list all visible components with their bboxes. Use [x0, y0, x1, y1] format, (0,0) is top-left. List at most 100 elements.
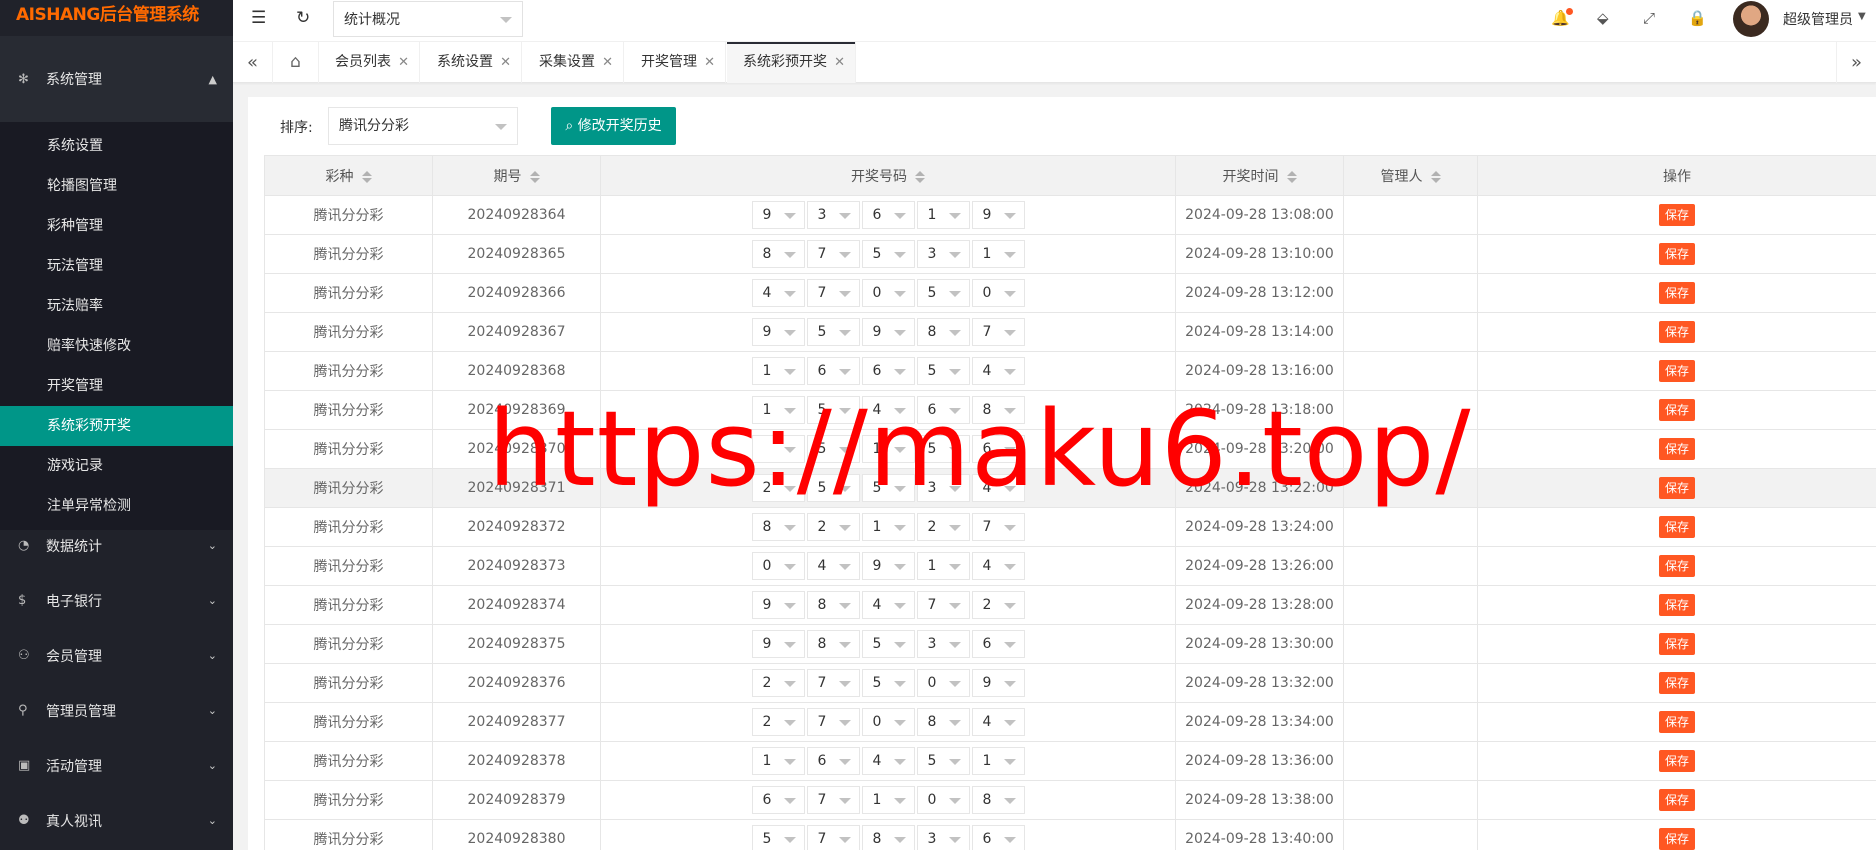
sort-icon[interactable] — [1286, 169, 1297, 185]
number-select[interactable]: 8 — [751, 240, 805, 268]
number-select[interactable]: 4 — [861, 591, 915, 619]
number-select[interactable]: 7 — [806, 708, 860, 736]
number-select[interactable]: 2 — [806, 513, 860, 541]
tab-scroll-right-icon[interactable]: » — [1836, 42, 1876, 83]
number-select[interactable]: 1 — [916, 552, 970, 580]
number-select[interactable]: 9 — [751, 591, 805, 619]
save-button[interactable]: 保存 — [1658, 633, 1695, 655]
number-select[interactable]: 8 — [916, 318, 970, 346]
number-select[interactable]: 9 — [751, 201, 805, 229]
number-select[interactable]: 2 — [751, 669, 805, 697]
number-select[interactable]: 5 — [916, 357, 970, 385]
save-button[interactable]: 保存 — [1658, 438, 1695, 460]
number-select[interactable]: 1 — [751, 396, 805, 424]
chevron-down-icon[interactable]: ▼ — [1858, 11, 1866, 22]
number-select[interactable]: 3 — [916, 630, 970, 658]
number-select[interactable]: 5 — [861, 630, 915, 658]
column-header[interactable]: 操作 — [1477, 155, 1876, 196]
sort-icon[interactable] — [361, 169, 372, 185]
lock-icon[interactable]: 🔒 — [1688, 9, 1707, 27]
number-select[interactable]: 6 — [806, 747, 860, 775]
number-select[interactable]: 0 — [916, 669, 970, 697]
tab-item[interactable]: 系统设置 ✕ — [421, 42, 522, 83]
number-select[interactable] — [751, 435, 805, 463]
number-select[interactable]: 5 — [806, 318, 860, 346]
fullscreen-icon[interactable]: ⤢ — [1643, 9, 1655, 27]
edit-history-button[interactable]: ⌕ 修改开奖历史 — [551, 107, 676, 145]
number-select[interactable]: 6 — [971, 825, 1025, 850]
sort-icon[interactable] — [915, 169, 925, 185]
number-select[interactable]: 8 — [916, 708, 970, 736]
number-select[interactable]: 0 — [971, 279, 1025, 307]
sidebar-group[interactable]: $ 电子银行 ⌄ — [0, 573, 233, 628]
number-select[interactable]: 0 — [751, 552, 805, 580]
number-select[interactable]: 5 — [806, 435, 860, 463]
number-select[interactable]: 9 — [971, 669, 1025, 697]
admin-name[interactable]: 超级管理员 — [1783, 9, 1853, 29]
number-select[interactable]: 1 — [751, 747, 805, 775]
tab-item[interactable]: 采集设置 ✕ — [523, 42, 624, 83]
number-select[interactable]: 5 — [861, 474, 915, 502]
number-select[interactable]: 3 — [916, 240, 970, 268]
save-button[interactable]: 保存 — [1658, 204, 1695, 226]
number-select[interactable]: 1 — [861, 513, 915, 541]
number-select[interactable]: 7 — [806, 786, 860, 814]
number-select[interactable]: 1 — [861, 786, 915, 814]
number-select[interactable]: 4 — [861, 747, 915, 775]
sidebar-group-system[interactable]: ✻ 系统管理 ▲ — [0, 36, 233, 122]
close-icon[interactable]: ✕ — [602, 42, 613, 83]
sidebar-item[interactable]: 赔率快速修改 — [0, 326, 233, 366]
number-select[interactable]: 0 — [861, 708, 915, 736]
tab-item[interactable]: 开奖管理 ✕ — [625, 42, 726, 83]
save-button[interactable]: 保存 — [1658, 360, 1695, 382]
number-select[interactable]: 1 — [916, 201, 970, 229]
column-header[interactable]: 彩种 — [264, 155, 433, 196]
tab-scroll-left-icon[interactable]: « — [233, 42, 273, 83]
number-select[interactable]: 4 — [971, 708, 1025, 736]
number-select[interactable]: 7 — [916, 591, 970, 619]
close-icon[interactable]: ✕ — [704, 42, 715, 83]
sidebar-item[interactable]: 彩种管理 — [0, 206, 233, 246]
number-select[interactable]: 7 — [806, 240, 860, 268]
number-select[interactable]: 5 — [916, 435, 970, 463]
number-select[interactable]: 6 — [971, 630, 1025, 658]
number-select[interactable]: 9 — [861, 552, 915, 580]
tag-icon[interactable]: ⬙ — [1597, 9, 1609, 27]
sidebar-group[interactable]: ⚲ 管理员管理 ⌄ — [0, 683, 233, 738]
number-select[interactable]: 5 — [861, 240, 915, 268]
save-button[interactable]: 保存 — [1658, 399, 1695, 421]
save-button[interactable]: 保存 — [1658, 321, 1695, 343]
top-quick-select[interactable]: 统计概况 — [333, 1, 523, 37]
column-header[interactable]: 期号 — [432, 155, 601, 196]
number-select[interactable]: 3 — [916, 825, 970, 850]
number-select[interactable]: 4 — [806, 552, 860, 580]
sidebar-item[interactable]: 玩法赔率 — [0, 286, 233, 326]
number-select[interactable]: 5 — [861, 669, 915, 697]
number-select[interactable]: 4 — [971, 474, 1025, 502]
save-button[interactable]: 保存 — [1658, 243, 1695, 265]
number-select[interactable]: 8 — [861, 825, 915, 850]
number-select[interactable]: 8 — [971, 396, 1025, 424]
number-select[interactable]: 1 — [971, 240, 1025, 268]
sidebar-group[interactable]: ▣ 活动管理 ⌄ — [0, 738, 233, 793]
number-select[interactable]: 9 — [751, 630, 805, 658]
number-select[interactable]: 6 — [916, 396, 970, 424]
number-select[interactable]: 8 — [806, 591, 860, 619]
number-select[interactable]: 6 — [971, 435, 1025, 463]
number-select[interactable]: 5 — [806, 474, 860, 502]
close-icon[interactable]: ✕ — [398, 42, 409, 83]
number-select[interactable]: 4 — [861, 396, 915, 424]
lottery-select[interactable]: 腾讯分分彩 — [328, 107, 518, 145]
number-select[interactable]: 7 — [806, 825, 860, 850]
number-select[interactable]: 2 — [916, 513, 970, 541]
number-select[interactable]: 4 — [751, 279, 805, 307]
number-select[interactable]: 6 — [751, 786, 805, 814]
close-icon[interactable]: ✕ — [500, 42, 511, 83]
sort-icon[interactable] — [1430, 169, 1441, 185]
number-select[interactable]: 8 — [751, 513, 805, 541]
sidebar-group[interactable]: ⚇ 会员管理 ⌄ — [0, 628, 233, 683]
number-select[interactable]: 7 — [806, 669, 860, 697]
save-button[interactable]: 保存 — [1658, 672, 1695, 694]
save-button[interactable]: 保存 — [1658, 750, 1695, 772]
sort-icon[interactable] — [529, 169, 540, 185]
